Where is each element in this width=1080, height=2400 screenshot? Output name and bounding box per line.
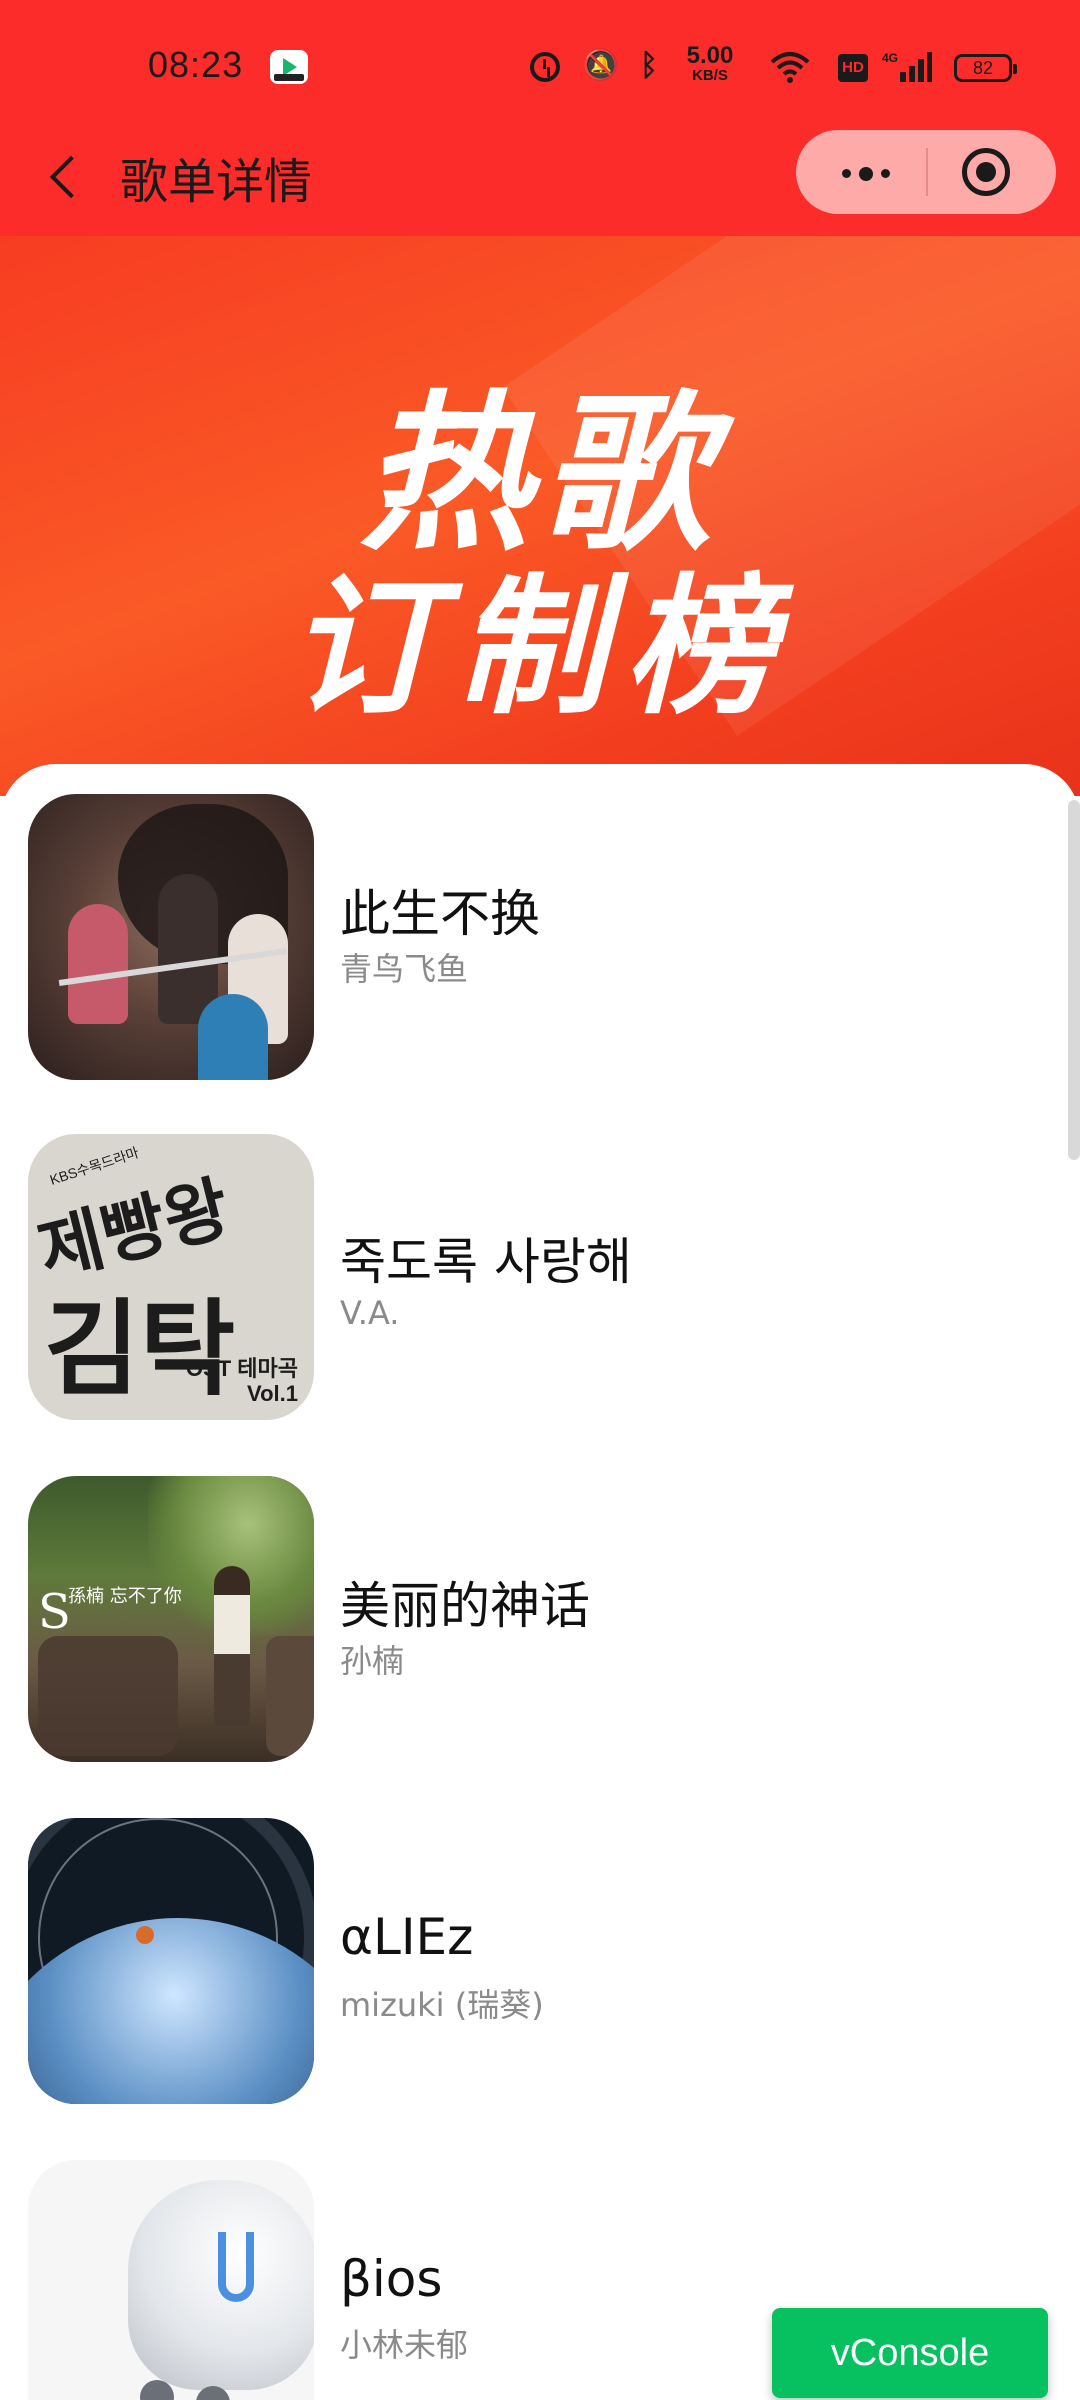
song-artist: 小林未郁 (340, 2326, 469, 2364)
song-item[interactable]: 此生不换 青鸟飞鱼 (0, 794, 1080, 1084)
cover-logo: S (38, 1584, 71, 1640)
svg-text:4G: 4G (882, 51, 898, 65)
song-artist: 孙楠 (340, 1642, 405, 1680)
mute-icon: 🔕 (582, 48, 620, 83)
banner-title-line2: 订制榜 (287, 561, 792, 735)
target-icon[interactable] (962, 148, 1010, 196)
page-title: 歌单详情 (120, 154, 313, 210)
song-title: βios (340, 2250, 443, 2308)
capsule-divider (926, 148, 928, 196)
battery-icon: 82 (954, 54, 1017, 82)
song-artist: 青鸟飞鱼 (340, 950, 469, 988)
song-list: 此生不换 青鸟飞鱼 KBS수목드라마 제빵왕 김탁구 OST 테마곡Vol.1 … (0, 764, 1080, 2400)
song-title: 죽도록 사랑해 (340, 1233, 632, 1291)
video-app-icon (270, 50, 308, 84)
signal-icon: 4G (882, 51, 932, 82)
album-cover (28, 794, 314, 1080)
hd-icon: HD (838, 54, 868, 82)
nav-bar: 歌单详情 (0, 120, 1080, 236)
alarm-icon (530, 52, 560, 82)
mini-program-capsule (796, 130, 1056, 214)
album-cover: S 孫楠 忘不了你 (28, 1476, 314, 1762)
cover-title: 孫楠 忘不了你 (68, 1586, 182, 1607)
wifi-icon (770, 52, 810, 83)
song-title: αLIEz (340, 1908, 474, 1966)
scrollbar[interactable] (1068, 800, 1080, 1160)
network-speed: 5.00 KB/S (686, 42, 734, 84)
song-item[interactable]: S 孫楠 忘不了你 美丽的神话 孙楠 (0, 1476, 1080, 1766)
song-artist: mizuki (瑞葵) (340, 1986, 544, 2024)
playlist-banner: 热歌 订制榜 (0, 236, 1080, 796)
album-cover (28, 1818, 314, 2104)
back-button[interactable] (42, 146, 102, 206)
song-item[interactable]: KBS수목드라마 제빵왕 김탁구 OST 테마곡Vol.1 죽도록 사랑해 V.… (0, 1134, 1080, 1424)
album-cover: KBS수목드라마 제빵왕 김탁구 OST 테마곡Vol.1 (28, 1134, 314, 1420)
song-title: 美丽的神话 (340, 1577, 590, 1635)
bluetooth-icon: ᛒ (640, 48, 658, 83)
cover-ost: OST 테마곡 Vol.1 (185, 1356, 298, 1407)
song-title: 此生不换 (340, 885, 540, 943)
status-time: 08:23 (148, 44, 244, 85)
album-cover (28, 2160, 314, 2400)
status-icons: 🔕 ᛒ 5.00 KB/S HD 4G 82 (520, 0, 1080, 120)
song-artist: V.A. (340, 1294, 400, 1332)
more-dots-icon[interactable] (826, 140, 906, 204)
header-bar: 08:23 🔕 ᛒ 5.00 KB/S HD 4G 82 歌单详情 (0, 0, 1080, 236)
status-bar: 08:23 🔕 ᛒ 5.00 KB/S HD 4G 82 (0, 0, 1080, 120)
song-item[interactable]: αLIEz mizuki (瑞葵) (0, 1818, 1080, 2108)
vconsole-button[interactable]: vConsole (772, 2308, 1048, 2398)
